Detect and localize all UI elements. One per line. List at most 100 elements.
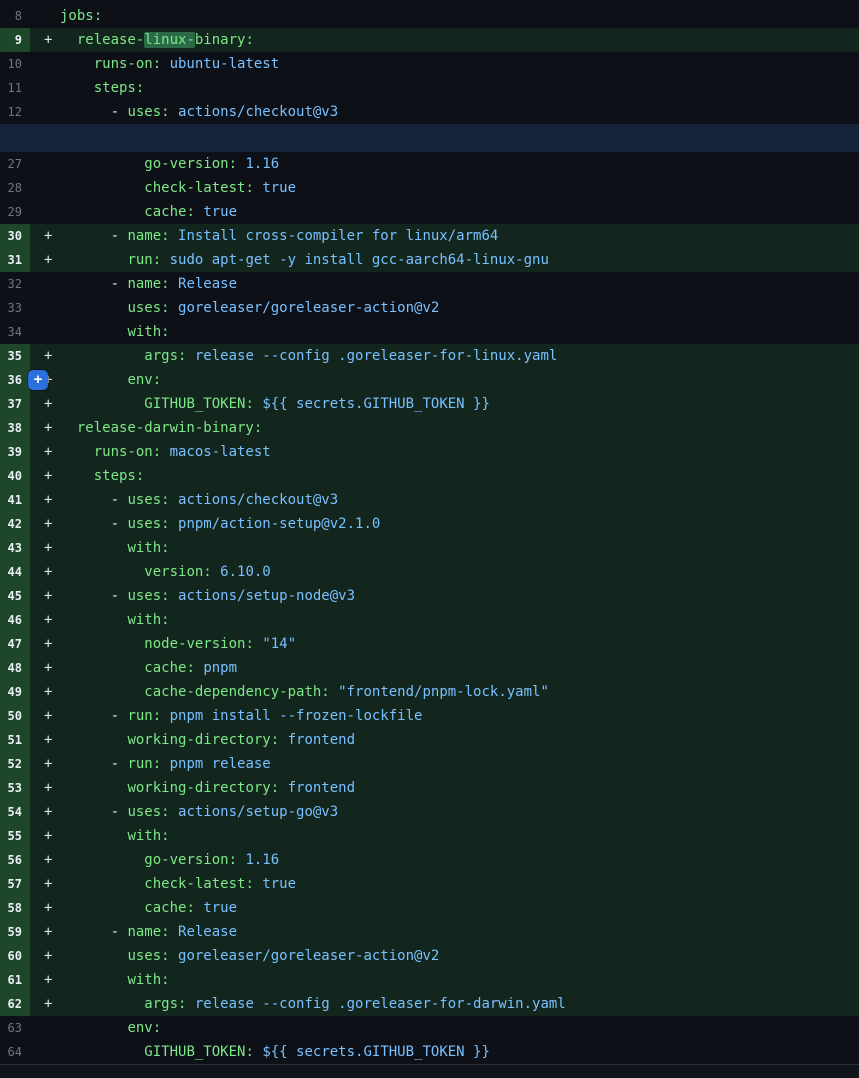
code-token: actions/setup-node@v3 <box>178 588 355 604</box>
line-number[interactable]: 43 <box>0 536 30 560</box>
expand-hidden-lines-band[interactable] <box>0 124 859 152</box>
code-token: "frontend/pnpm-lock.yaml" <box>338 684 549 700</box>
diff-line-51: 51+ working-directory: frontend <box>0 728 859 752</box>
code-token: release- <box>60 32 144 48</box>
code-token: go-version: <box>144 156 245 172</box>
code-token: working-directory: <box>127 732 287 748</box>
context-line-marker <box>30 52 60 76</box>
code-token <box>60 612 127 628</box>
line-number[interactable]: 57 <box>0 872 30 896</box>
line-number[interactable]: 52 <box>0 752 30 776</box>
line-number[interactable]: 39 <box>0 440 30 464</box>
diff-line-42: 42+ - uses: pnpm/action-setup@v2.1.0 <box>0 512 859 536</box>
line-number[interactable]: 8 <box>0 4 30 28</box>
diff-line-31: 31+ run: sudo apt-get -y install gcc-aar… <box>0 248 859 272</box>
line-number[interactable]: 44 <box>0 560 30 584</box>
diff-line-12: 12 - uses: actions/checkout@v3 <box>0 100 859 124</box>
line-number[interactable]: 31 <box>0 248 30 272</box>
code-line: - name: Install cross-compiler for linux… <box>60 224 498 248</box>
diff-line-38: 38+ release-darwin-binary: <box>0 416 859 440</box>
code-token: pnpm <box>203 660 237 676</box>
context-line-marker <box>30 200 60 224</box>
code-token <box>60 996 144 1012</box>
line-number[interactable]: 41 <box>0 488 30 512</box>
code-token: go-version: <box>144 852 245 868</box>
line-number[interactable]: 55 <box>0 824 30 848</box>
code-token: with: <box>127 540 169 556</box>
line-number[interactable]: 10 <box>0 52 30 76</box>
line-number[interactable]: 9 <box>0 28 30 52</box>
code-line: uses: goreleaser/goreleaser-action@v2 <box>60 296 439 320</box>
code-token: with: <box>127 612 169 628</box>
context-line-marker <box>30 76 60 100</box>
add-comment-button[interactable]: + <box>28 370 48 390</box>
line-number[interactable]: 58 <box>0 896 30 920</box>
line-number[interactable]: 37 <box>0 392 30 416</box>
line-number[interactable]: 62 <box>0 992 30 1016</box>
code-token <box>60 1044 144 1060</box>
code-token <box>60 732 127 748</box>
context-line-marker <box>30 152 60 176</box>
line-number[interactable]: 28 <box>0 176 30 200</box>
code-token <box>60 252 127 268</box>
line-number[interactable]: 34 <box>0 320 30 344</box>
diff-line-56: 56+ go-version: 1.16 <box>0 848 859 872</box>
code-token <box>60 852 144 868</box>
line-number[interactable]: 61 <box>0 968 30 992</box>
code-line: - run: pnpm release <box>60 752 271 776</box>
line-number[interactable]: 40 <box>0 464 30 488</box>
line-number[interactable]: 42 <box>0 512 30 536</box>
line-number[interactable]: 50 <box>0 704 30 728</box>
line-number[interactable]: 11 <box>0 76 30 100</box>
added-line-marker: + <box>30 416 60 440</box>
line-number[interactable]: 46 <box>0 608 30 632</box>
line-number[interactable]: 32 <box>0 272 30 296</box>
diff-line-34: 34 with: <box>0 320 859 344</box>
code-token: steps: <box>94 80 145 96</box>
line-number[interactable]: 35 <box>0 344 30 368</box>
line-number[interactable]: 54 <box>0 800 30 824</box>
diff-line-41: 41+ - uses: actions/checkout@v3 <box>0 488 859 512</box>
code-token: cache: <box>144 204 203 220</box>
line-number[interactable]: 12 <box>0 100 30 124</box>
line-number[interactable]: 47 <box>0 632 30 656</box>
code-token: - <box>60 276 127 292</box>
code-line: args: release --config .goreleaser-for-l… <box>60 344 557 368</box>
line-number[interactable]: 63 <box>0 1016 30 1040</box>
line-number[interactable]: 38 <box>0 416 30 440</box>
code-line: - run: pnpm install --frozen-lockfile <box>60 704 422 728</box>
line-number[interactable]: 53 <box>0 776 30 800</box>
code-token: Release <box>178 924 237 940</box>
diff-line-43: 43+ with: <box>0 536 859 560</box>
code-token: name: <box>127 228 178 244</box>
line-number[interactable]: 45 <box>0 584 30 608</box>
code-line: node-version: "14" <box>60 632 296 656</box>
added-line-marker: + <box>30 704 60 728</box>
code-token: name: <box>127 924 178 940</box>
line-number[interactable]: 27 <box>0 152 30 176</box>
line-number[interactable]: 48 <box>0 656 30 680</box>
line-number[interactable]: 29 <box>0 200 30 224</box>
line-number[interactable]: 33 <box>0 296 30 320</box>
diff-line-11: 11 steps: <box>0 76 859 100</box>
code-token <box>60 540 127 556</box>
line-number[interactable]: 36 <box>0 368 30 392</box>
code-token: release --config .goreleaser-for-darwin.… <box>195 996 566 1012</box>
line-number[interactable]: 59 <box>0 920 30 944</box>
line-number[interactable]: 49 <box>0 680 30 704</box>
line-number[interactable]: 51 <box>0 728 30 752</box>
code-token: ${{ secrets.GITHUB_TOKEN }} <box>262 1044 490 1060</box>
diff-line-37: 37+ GITHUB_TOKEN: ${{ secrets.GITHUB_TOK… <box>0 392 859 416</box>
code-token: GITHUB_TOKEN: <box>144 1044 262 1060</box>
context-line-marker <box>30 1016 60 1040</box>
code-line: - uses: actions/setup-go@v3 <box>60 800 338 824</box>
code-token: - <box>60 492 127 508</box>
line-number[interactable]: 64 <box>0 1040 30 1064</box>
line-number[interactable]: 56 <box>0 848 30 872</box>
code-token <box>60 972 127 988</box>
added-line-marker: + <box>30 344 60 368</box>
line-number[interactable]: 60 <box>0 944 30 968</box>
diff-line-32: 32 - name: Release <box>0 272 859 296</box>
line-number[interactable]: 30 <box>0 224 30 248</box>
code-line: version: 6.10.0 <box>60 560 271 584</box>
